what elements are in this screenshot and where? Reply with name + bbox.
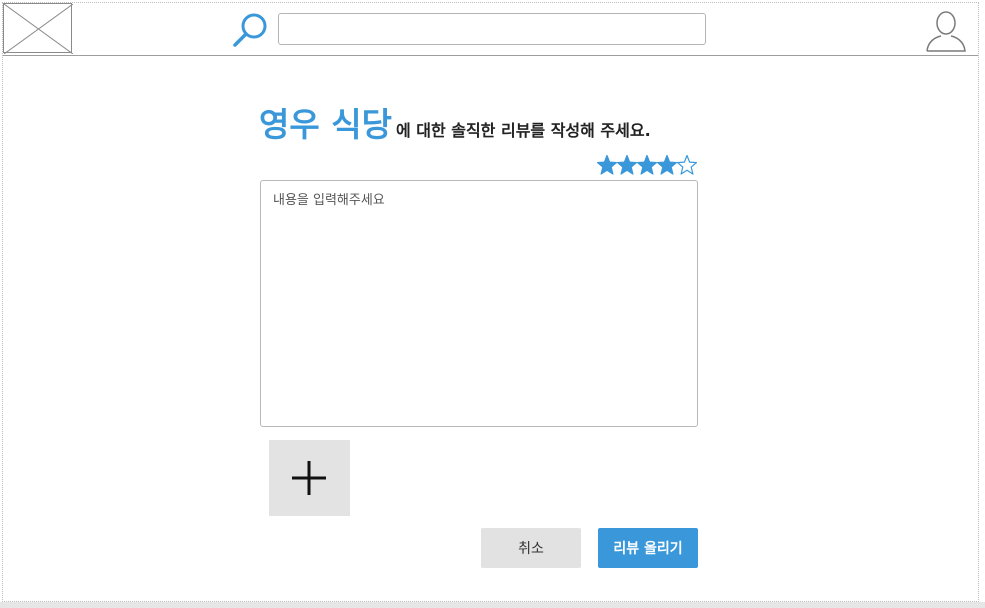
- search-input[interactable]: [278, 13, 706, 45]
- logo-image-placeholder-icon[interactable]: [3, 3, 74, 55]
- title-suffix: 에 대한 솔직한 리뷰를 작성해 주세요.: [395, 121, 651, 140]
- search-icon[interactable]: [231, 11, 269, 49]
- review-title: 영우 식당 에 대한 솔직한 리뷰를 작성해 주세요.: [259, 98, 651, 146]
- star-filled-icon[interactable]: [637, 154, 657, 176]
- star-rating[interactable]: [597, 154, 697, 178]
- star-empty-icon[interactable]: [677, 154, 697, 176]
- submit-review-button[interactable]: 리뷰 올리기: [598, 528, 698, 568]
- plus-icon: [292, 461, 326, 495]
- star-filled-icon[interactable]: [657, 154, 677, 176]
- bottom-strip: [0, 602, 985, 608]
- add-photo-button[interactable]: [269, 440, 350, 516]
- cancel-button[interactable]: 취소: [481, 528, 581, 568]
- restaurant-name: 영우 식당: [259, 105, 392, 144]
- review-content-input[interactable]: [260, 180, 698, 427]
- star-filled-icon[interactable]: [597, 154, 617, 176]
- user-icon[interactable]: [923, 9, 969, 53]
- header: [3, 3, 978, 56]
- star-filled-icon[interactable]: [617, 154, 637, 176]
